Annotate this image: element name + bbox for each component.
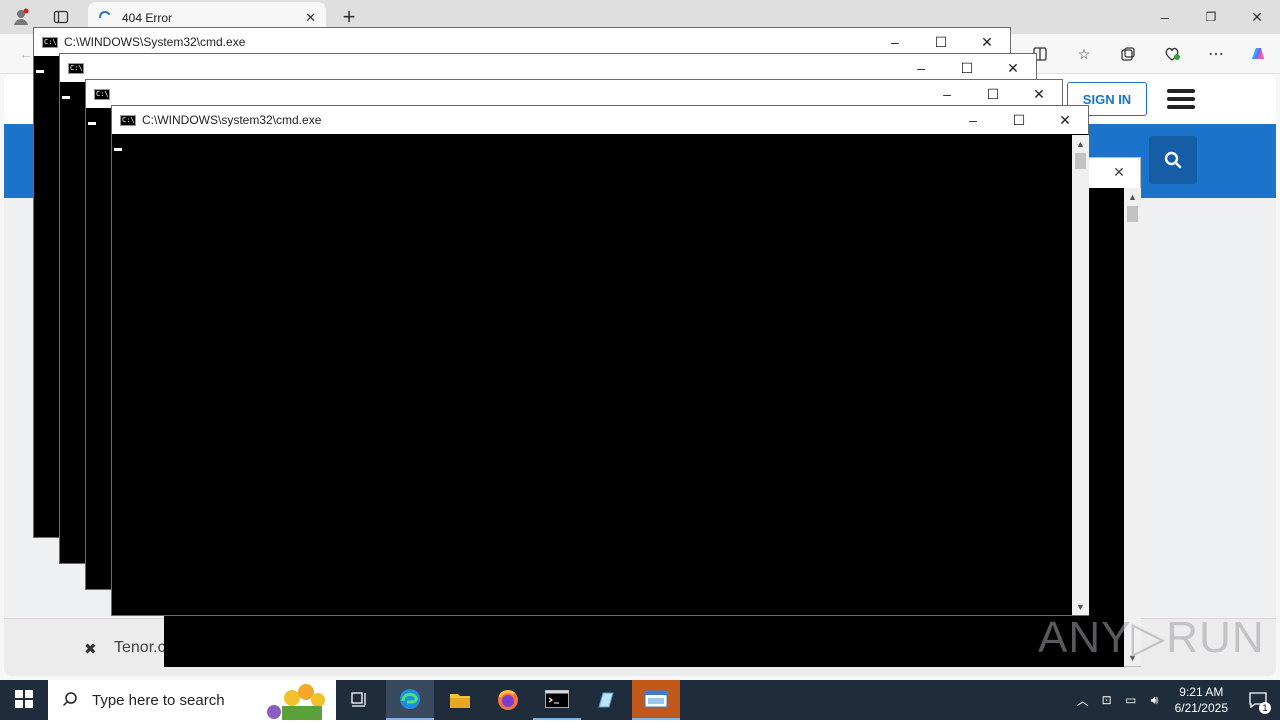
cmd-cursor (36, 70, 44, 73)
settings-more-icon[interactable]: ⋯ (1204, 42, 1228, 66)
volume-icon[interactable]: 🔊︎ (1143, 693, 1167, 708)
cookie-close-icon[interactable]: ✖ (84, 640, 97, 658)
cmd-window-title: C:\WINDOWS\system32\cmd.exe (142, 113, 322, 127)
background-close-icon[interactable]: ✕ (1109, 162, 1129, 182)
cmd-taskbar-icon[interactable] (533, 680, 581, 720)
clock-date: 6/21/2025 (1174, 701, 1228, 715)
cmd-close-button[interactable]: ✕ (990, 54, 1036, 82)
windows-taskbar: Type here to search ︿ ⊡ ▭ 🔊︎ 9:21 AM 6/2… (0, 680, 1280, 720)
notification-count-badge: 1 (1259, 702, 1271, 714)
cmd-app-icon: C:\. (120, 114, 139, 126)
restore-button[interactable]: ❐ (1196, 5, 1226, 29)
search-placeholder: Type here to search (92, 691, 225, 709)
cmd-titlebar[interactable]: C:\. – ☐ ✕ (60, 54, 1036, 82)
cmd-minimize-button[interactable]: – (898, 54, 944, 82)
cmd-close-button[interactable]: ✕ (964, 28, 1010, 56)
cmd-titlebar[interactable]: C:\. C:\WINDOWS\System32\cmd.exe – ☐ ✕ (34, 28, 1010, 56)
tab-close-icon[interactable]: ✕ (305, 10, 316, 26)
cmd-app-icon: C:\. (68, 62, 87, 74)
task-view-icon[interactable] (336, 680, 384, 720)
cmd-cursor (114, 148, 122, 151)
background-console-window: ✕ ▲ ▼ (1088, 157, 1141, 667)
cmd-window-4-active[interactable]: C:\. C:\WINDOWS\system32\cmd.exe – ☐ ✕ ▲… (111, 105, 1089, 616)
new-tab-button[interactable]: + (338, 4, 360, 29)
cmd-maximize-button[interactable]: ☐ (970, 80, 1016, 108)
scroll-up-arrow-icon[interactable]: ▲ (1072, 135, 1089, 152)
cmd-scrollbar[interactable]: ▲ ▼ (1072, 135, 1089, 615)
hamburger-menu-icon[interactable] (1167, 89, 1195, 109)
file-explorer-icon[interactable] (436, 680, 484, 720)
cookie-banner-text: Tenor.c (114, 639, 166, 656)
clock-time: 9:21 AM (1179, 685, 1224, 699)
cmd-maximize-button[interactable]: ☐ (944, 54, 990, 82)
edge-taskbar-icon[interactable] (386, 680, 434, 720)
cmd-cursor (88, 122, 96, 125)
search-icon[interactable] (1149, 136, 1197, 184)
cmd-minimize-button[interactable]: – (950, 106, 996, 134)
browser-essentials-icon[interactable] (1160, 42, 1184, 66)
notifications-icon[interactable]: 1 (1236, 680, 1280, 720)
browser-close-button[interactable]: ✕ (1242, 5, 1272, 29)
minimize-button[interactable]: – (1150, 5, 1180, 29)
network-icon[interactable]: ▭ (1119, 693, 1143, 707)
tab-actions-icon[interactable] (48, 5, 74, 29)
cmd-maximize-button[interactable]: ☐ (996, 106, 1042, 134)
profile-icon[interactable] (8, 5, 34, 29)
start-button[interactable] (0, 680, 48, 720)
favorites-star-icon[interactable]: ☆ (1072, 42, 1096, 66)
cmd-window-title: C:\WINDOWS\System32\cmd.exe (64, 35, 246, 49)
taskbar-clock[interactable]: 9:21 AM 6/21/2025 (1175, 684, 1228, 716)
cmd-minimize-button[interactable]: – (872, 28, 918, 56)
cmd-cursor (62, 96, 70, 99)
cmd-titlebar[interactable]: C:\. – ☐ ✕ (86, 80, 1062, 108)
cmd-minimize-button[interactable]: – (924, 80, 970, 108)
search-icon (62, 691, 78, 710)
cmd-close-button[interactable]: ✕ (1042, 106, 1088, 134)
windows-logo-icon (15, 689, 33, 711)
copilot-icon[interactable] (1246, 42, 1270, 66)
anyrun-watermark: ANY▷RUN (1038, 613, 1265, 662)
background-console-bottom (164, 614, 1124, 667)
cmd-app-icon: C:\. (94, 88, 113, 100)
system-tray: ︿ ⊡ ▭ 🔊︎ 9:21 AM 6/21/2025 1 (1071, 680, 1280, 720)
app-taskbar-icon[interactable] (632, 680, 680, 720)
search-highlight-flowers-icon (262, 682, 332, 723)
cmd-maximize-button[interactable]: ☐ (918, 28, 964, 56)
show-hidden-icons-chevron-icon[interactable]: ︿ (1071, 692, 1095, 709)
meet-now-icon[interactable]: ⊡ (1095, 693, 1119, 707)
background-console-area (1089, 188, 1124, 666)
cmd-app-icon: C:\. (42, 36, 61, 48)
firefox-icon[interactable] (484, 680, 532, 720)
notepad-taskbar-icon[interactable] (582, 680, 630, 720)
scroll-thumb[interactable] (1075, 153, 1086, 169)
collections-icon[interactable] (1116, 42, 1140, 66)
cmd-close-button[interactable]: ✕ (1016, 80, 1062, 108)
tab-title: 404 Error (122, 11, 173, 25)
background-scrollbar[interactable]: ▲ ▼ (1124, 188, 1141, 666)
cmd-titlebar[interactable]: C:\. C:\WINDOWS\system32\cmd.exe – ☐ ✕ (112, 106, 1088, 134)
loading-icon (98, 10, 112, 27)
taskbar-search-box[interactable]: Type here to search (48, 680, 336, 720)
